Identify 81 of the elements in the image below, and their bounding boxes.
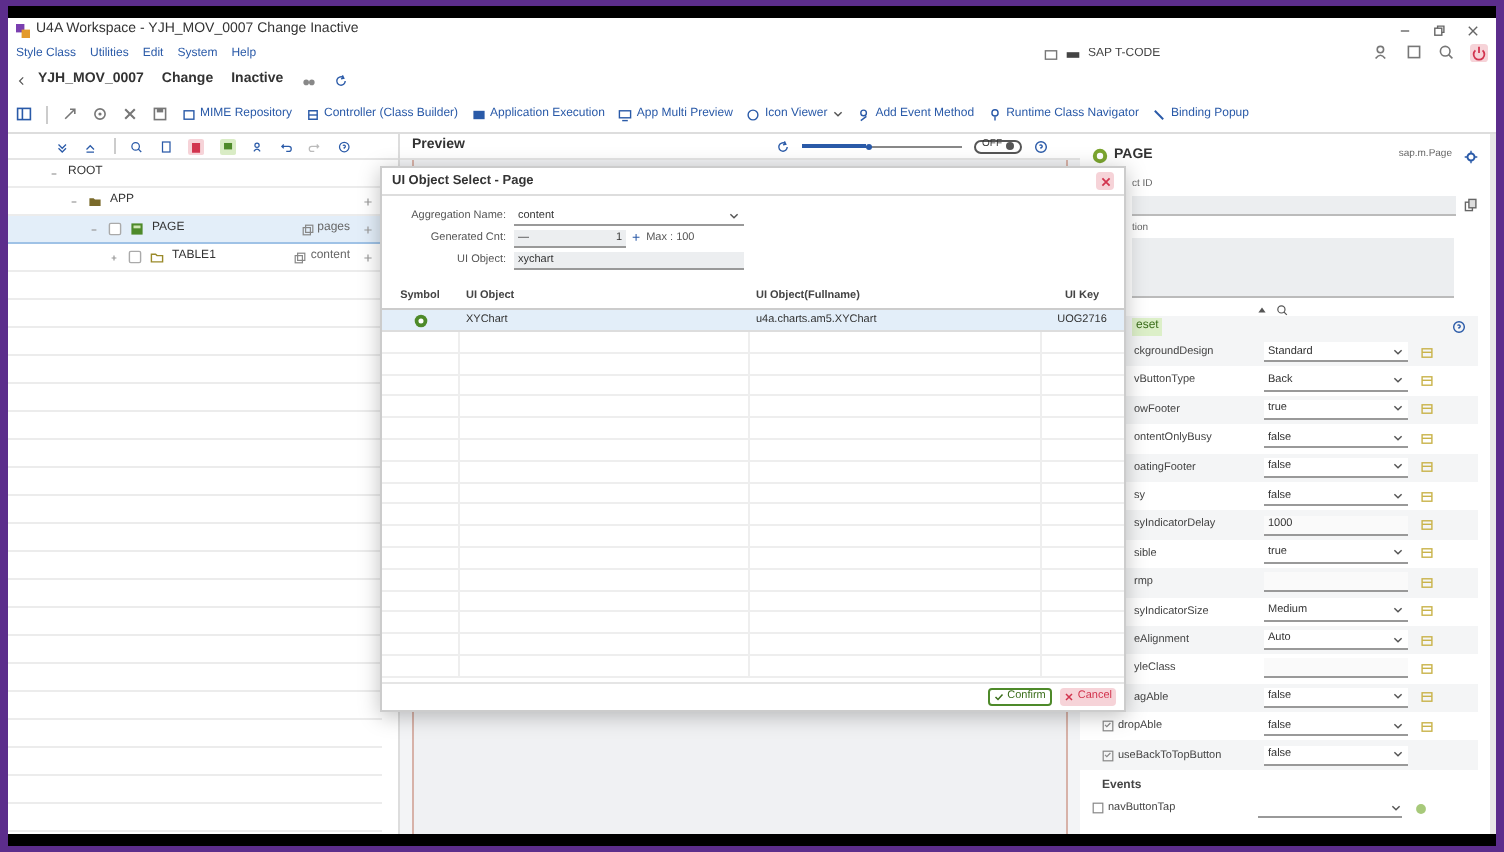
- add-icon[interactable]: [362, 251, 374, 263]
- caret-icon: [728, 210, 740, 222]
- help-icon[interactable]: [337, 139, 350, 153]
- back-icon[interactable]: [16, 74, 28, 88]
- collapse-icon[interactable]: [48, 167, 60, 179]
- pin-icon: [988, 107, 1003, 121]
- folder-icon: [88, 194, 102, 208]
- binding-icon[interactable]: [1420, 719, 1434, 734]
- binding-icon[interactable]: [1420, 546, 1434, 561]
- settings-icon[interactable]: [1464, 149, 1478, 163]
- save-icon[interactable]: [152, 106, 168, 122]
- undo-icon[interactable]: [280, 139, 293, 153]
- check-icon: [993, 692, 1004, 702]
- expand-all-icon[interactable]: [84, 139, 97, 153]
- search-icon[interactable]: [130, 139, 144, 153]
- close-button[interactable]: [1096, 172, 1114, 190]
- resize-icon[interactable]: [62, 106, 78, 122]
- refresh-icon[interactable]: [776, 139, 790, 153]
- add-icon[interactable]: [362, 195, 374, 207]
- target-icon[interactable]: [92, 106, 108, 122]
- collapse-all-icon[interactable]: [56, 139, 69, 153]
- checkbox[interactable]: [108, 222, 122, 236]
- app-logo-icon: [16, 23, 30, 37]
- folder-icon: [150, 250, 164, 264]
- caret-icon: [831, 108, 844, 120]
- object-id-field[interactable]: [1132, 195, 1456, 215]
- caret-icon: [1392, 748, 1404, 761]
- add-icon[interactable]: [362, 223, 374, 235]
- caret-icon: [1392, 546, 1404, 559]
- collapse-icon[interactable]: [68, 195, 80, 207]
- binding-icon[interactable]: [1420, 575, 1434, 590]
- caret-icon: [1392, 431, 1404, 444]
- tools-icon[interactable]: [122, 106, 138, 122]
- caret-icon: [1390, 801, 1402, 814]
- binding-icon[interactable]: [1420, 402, 1434, 417]
- caret-icon: [1392, 460, 1404, 473]
- power-icon[interactable]: [1470, 44, 1488, 62]
- window-icon[interactable]: [1406, 44, 1422, 60]
- people-icon[interactable]: [251, 139, 265, 153]
- layout-icon[interactable]: [16, 106, 32, 122]
- caret-icon: [1392, 690, 1404, 703]
- caret-icon: [1392, 633, 1404, 646]
- expand-icon[interactable]: [108, 251, 120, 263]
- triangle-icon[interactable]: [1256, 304, 1268, 316]
- zoom-slider[interactable]: [802, 140, 962, 152]
- binding-icon[interactable]: [1420, 489, 1434, 504]
- checklist-icon[interactable]: [1102, 720, 1114, 733]
- binding-icon[interactable]: [1420, 690, 1434, 705]
- input-field[interactable]: [1264, 572, 1408, 593]
- checkbox[interactable]: [128, 250, 142, 264]
- caret-icon: [1392, 374, 1404, 387]
- binding-icon[interactable]: [1420, 345, 1434, 360]
- close-icon[interactable]: [1466, 23, 1480, 37]
- binding-icon[interactable]: [1420, 431, 1434, 446]
- screen-icon: [1044, 47, 1058, 61]
- checklist-icon[interactable]: [1102, 749, 1114, 762]
- user-icon[interactable]: [1374, 44, 1390, 60]
- binding-icon[interactable]: [1420, 518, 1434, 533]
- page-icon: [130, 222, 144, 236]
- caret-icon: [1392, 402, 1404, 415]
- binding-icon[interactable]: [1420, 604, 1434, 619]
- search-icon[interactable]: [1438, 44, 1454, 60]
- redo-icon[interactable]: [308, 139, 322, 153]
- refresh-icon[interactable]: [333, 74, 348, 88]
- caret-icon: [1392, 489, 1404, 502]
- panel-icon[interactable]: [159, 139, 172, 153]
- help-icon[interactable]: [1452, 320, 1466, 334]
- caret-icon: [1392, 604, 1404, 617]
- binding-icon[interactable]: [1420, 374, 1434, 389]
- help-icon[interactable]: [1034, 139, 1048, 153]
- zoom-icon[interactable]: [1276, 304, 1288, 316]
- binding-icon[interactable]: [1420, 460, 1434, 475]
- restore-icon[interactable]: [1432, 23, 1446, 37]
- caret-icon: [1392, 345, 1404, 358]
- input-field[interactable]: [1264, 658, 1408, 679]
- checkbox[interactable]: [1092, 802, 1104, 815]
- description-field[interactable]: [1132, 238, 1454, 298]
- caret-icon: [1392, 719, 1404, 732]
- close-icon: [1063, 692, 1074, 702]
- binding-icon[interactable]: [1420, 633, 1434, 648]
- binding-icon[interactable]: [1420, 661, 1434, 676]
